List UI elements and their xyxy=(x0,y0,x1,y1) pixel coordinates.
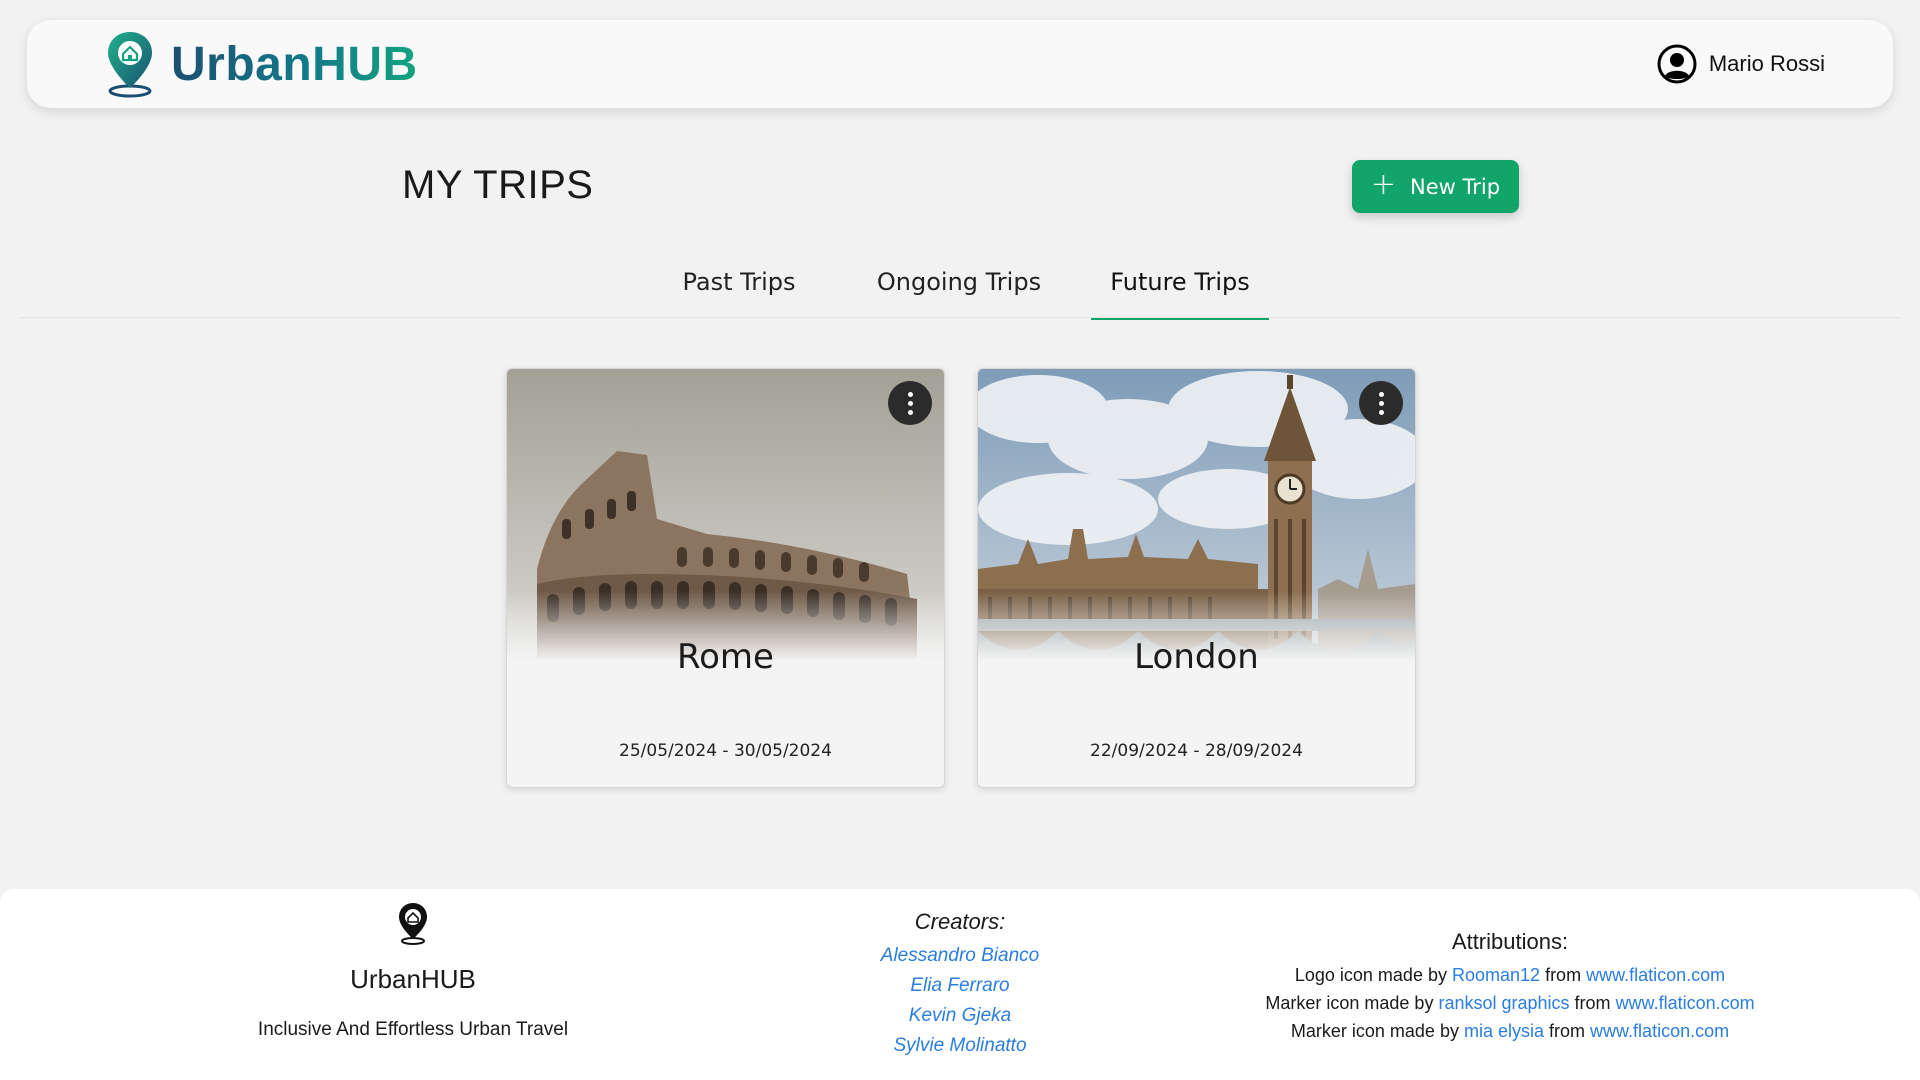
trip-image-big-ben xyxy=(978,369,1415,661)
trip-options-button[interactable] xyxy=(888,381,932,425)
tab-past-trips[interactable]: Past Trips xyxy=(672,268,806,318)
tab-future-trips[interactable]: Future Trips xyxy=(1091,268,1269,320)
attribution-line: Marker icon made by mia elysia from www.… xyxy=(1290,1021,1730,1041)
creator-link[interactable]: Alessandro Bianco xyxy=(760,941,1160,971)
trip-city: Rome xyxy=(677,637,774,677)
trip-dates: 25/05/2024 - 30/05/2024 xyxy=(619,741,832,761)
attribution-author-link[interactable]: mia elysia xyxy=(1464,1021,1544,1041)
plus-icon: + xyxy=(1370,167,1397,202)
footer: UrbanHUB Inclusive And Effortless Urban … xyxy=(0,889,1920,1080)
more-vertical-icon xyxy=(907,391,913,397)
attribution-site-link[interactable]: www.flaticon.com xyxy=(1590,1021,1729,1041)
creator-link[interactable]: Sylvie Molinatto xyxy=(760,1031,1160,1061)
creator-link[interactable]: Elia Ferraro xyxy=(760,971,1160,1001)
brand-logo[interactable]: UrbanHUB xyxy=(105,30,418,98)
attribution-line: Marker icon made by ranksol graphics fro… xyxy=(1265,993,1755,1013)
footer-creators: Creators: Alessandro Bianco Elia Ferraro… xyxy=(760,909,1160,1061)
trip-card-rome[interactable]: Rome 25/05/2024 - 30/05/2024 xyxy=(506,368,945,788)
footer-tagline: Inclusive And Effortless Urban Travel xyxy=(257,1019,569,1040)
user-menu[interactable]: Mario Rossi xyxy=(1657,44,1825,84)
attribution-line: Logo icon made by Rooman12 from www.flat… xyxy=(1294,965,1726,985)
attribution-site-link[interactable]: www.flaticon.com xyxy=(1616,993,1755,1013)
trip-dates: 22/09/2024 - 28/09/2024 xyxy=(1090,741,1303,761)
attribution-author-link[interactable]: Rooman12 xyxy=(1452,965,1540,985)
creator-link[interactable]: Kevin Gjeka xyxy=(760,1001,1160,1031)
map-marker-icon xyxy=(213,901,613,950)
footer-attributions: Attributions: Logo icon made by Rooman12… xyxy=(1210,929,1810,1045)
tab-ongoing-trips[interactable]: Ongoing Trips xyxy=(868,268,1050,318)
location-pin-logo-icon xyxy=(108,32,152,98)
new-trip-label: New Trip xyxy=(1410,174,1501,199)
trip-card-london[interactable]: London 22/09/2024 - 28/09/2024 xyxy=(977,368,1416,788)
brand-name: UrbanHUB xyxy=(171,37,418,91)
footer-brand-name: UrbanHUB xyxy=(350,964,476,994)
more-vertical-icon xyxy=(1378,391,1384,397)
attribution-author-link[interactable]: ranksol graphics xyxy=(1438,993,1569,1013)
user-name: Mario Rossi xyxy=(1708,51,1825,76)
attributions-heading: Attributions: xyxy=(1451,929,1569,954)
top-navbar: UrbanHUB Mario Rossi xyxy=(27,20,1893,108)
page-title: MY TRIPS xyxy=(402,163,594,207)
trip-options-button[interactable] xyxy=(1359,381,1403,425)
new-trip-button[interactable]: + New Trip xyxy=(1352,160,1519,213)
trip-image-colosseum xyxy=(507,369,944,661)
creators-heading: Creators: xyxy=(914,909,1006,934)
user-avatar-icon xyxy=(1657,44,1697,84)
footer-brand: UrbanHUB Inclusive And Effortless Urban … xyxy=(213,901,613,1041)
attribution-site-link[interactable]: www.flaticon.com xyxy=(1586,965,1725,985)
trip-city: London xyxy=(1134,637,1259,677)
